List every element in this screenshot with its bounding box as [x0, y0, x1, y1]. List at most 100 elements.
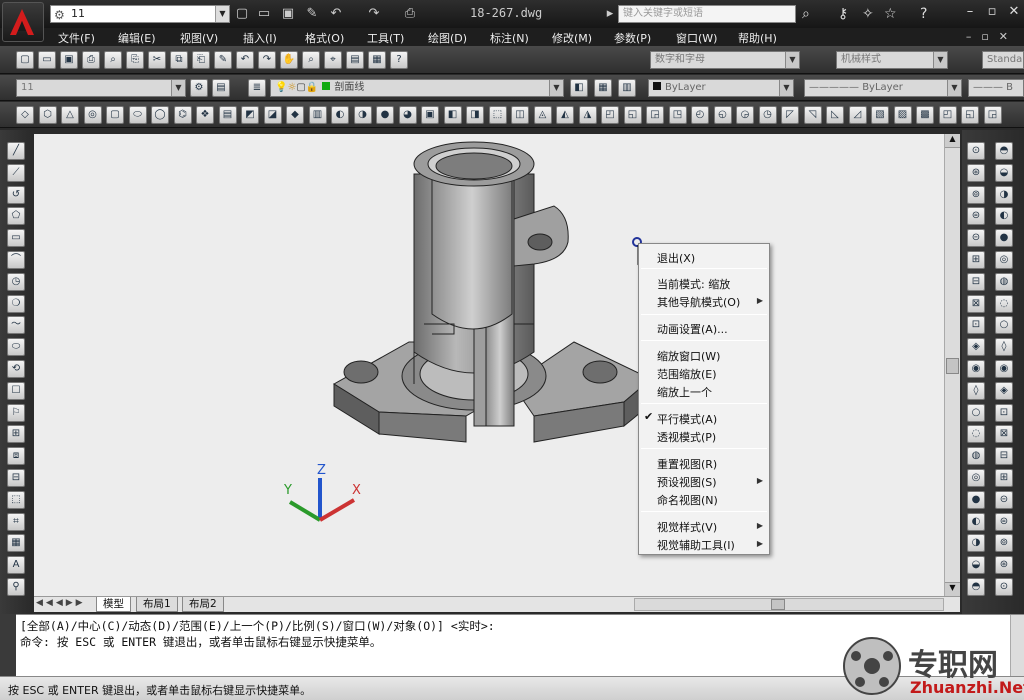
menu-zoom-window[interactable]: 缩放窗口(W)	[657, 348, 720, 364]
dim-tool-16-icon[interactable]: ⊞	[995, 469, 1013, 487]
modify-tool-1-icon[interactable]: ⊙	[967, 142, 985, 160]
dim-tool-20-icon[interactable]: ⊛	[995, 556, 1013, 575]
modify-tool-14-icon[interactable]: ◌	[967, 425, 985, 444]
draw-tool-10-icon[interactable]: ⬭	[7, 338, 25, 357]
dim-tool-21-icon[interactable]: ⊙	[995, 578, 1013, 596]
modify-tool-8-icon[interactable]: ⊠	[967, 294, 985, 313]
model-tool-1-icon[interactable]: ◇	[16, 106, 34, 124]
model-tool-44-icon[interactable]: ◲	[983, 106, 1002, 124]
menu-parallel[interactable]: 平行模式(A)	[657, 411, 717, 427]
model-tool-23-icon[interactable]: ◫	[511, 106, 529, 124]
draw-tool-7-icon[interactable]: ◷	[7, 272, 25, 291]
model-tool-40-icon[interactable]: ▨	[893, 106, 912, 124]
dim-tool-8-icon[interactable]: ◌	[995, 294, 1013, 313]
dim-tool-14-icon[interactable]: ⊠	[995, 425, 1013, 444]
draw-tool-9-icon[interactable]: 〜	[7, 316, 25, 335]
draw-tool-14-icon[interactable]: ⊞	[7, 425, 25, 444]
save-as-icon[interactable]: ✎	[304, 6, 320, 22]
draw-tool-20-icon[interactable]: A	[7, 556, 25, 575]
zoom-window-icon[interactable]: ⌖	[324, 51, 342, 69]
modify-tool-10-icon[interactable]: ◈	[967, 338, 985, 357]
modify-tool-4-icon[interactable]: ⊜	[967, 207, 985, 226]
model-tool-18-icon[interactable]: ◕	[398, 106, 417, 124]
layer-iso-icon[interactable]: ▥	[618, 79, 636, 97]
menu-perspective[interactable]: 透视模式(P)	[657, 429, 716, 445]
model-tool-25-icon[interactable]: ◭	[556, 106, 574, 124]
dim-tool-19-icon[interactable]: ⊚	[995, 534, 1013, 553]
vertical-scrollbar[interactable]: ▲ ▼	[944, 134, 960, 596]
open-folder-icon[interactable]: ▭	[256, 6, 272, 22]
dim-tool-1-icon[interactable]: ◓	[995, 142, 1013, 160]
menu-draw[interactable]: 绘图(D)	[428, 30, 467, 46]
menu-animation-settings[interactable]: 动画设置(A)...	[657, 321, 728, 337]
new-icon[interactable]: ▢	[16, 51, 34, 69]
draw-tool-6-icon[interactable]: ⌒	[7, 251, 25, 269]
model-tool-26-icon[interactable]: ◮	[578, 106, 597, 124]
search-input[interactable]: 键入关键字或短语	[618, 5, 796, 23]
menu-help[interactable]: 帮助(H)	[738, 30, 777, 46]
draw-tool-16-icon[interactable]: ⊟	[7, 469, 25, 487]
modify-tool-17-icon[interactable]: ●	[967, 490, 985, 509]
menu-other-nav[interactable]: 其他导航模式(O)	[657, 294, 740, 310]
menu-named-view[interactable]: 命名视图(N)	[657, 492, 718, 508]
model-tool-36-icon[interactable]: ◹	[803, 106, 822, 124]
modify-tool-13-icon[interactable]: ○	[967, 403, 985, 422]
command-grip[interactable]	[0, 614, 16, 676]
dim-tool-6-icon[interactable]: ◎	[995, 251, 1013, 269]
draw-tool-5-icon[interactable]: ▭	[7, 229, 25, 248]
workspace-combo[interactable]: ⚙ 11 ▼	[50, 5, 230, 23]
modify-tool-9-icon[interactable]: ⊡	[967, 316, 985, 335]
mdi-controls[interactable]: –▫✕	[966, 30, 1018, 43]
draw-tool-11-icon[interactable]: ⟲	[7, 360, 25, 378]
model-tool-22-icon[interactable]: ⬚	[488, 106, 507, 124]
draw-tool-21-icon[interactable]: ⚲	[7, 578, 25, 596]
table-style-combo[interactable]: Standa	[982, 51, 1024, 69]
menu-modify[interactable]: 修改(M)	[552, 30, 592, 46]
modify-tool-15-icon[interactable]: ◍	[967, 447, 985, 466]
menu-tools[interactable]: 工具(T)	[367, 30, 404, 46]
tab-layout2[interactable]: 布局2	[182, 597, 224, 612]
menu-view[interactable]: 视图(V)	[180, 30, 218, 46]
modify-tool-11-icon[interactable]: ◉	[967, 360, 985, 378]
layer-state-combo[interactable]: 11 ▼	[16, 79, 186, 97]
paste-icon[interactable]: ⎗	[192, 51, 210, 69]
dim-tool-18-icon[interactable]: ⊜	[995, 512, 1013, 531]
model-tool-21-icon[interactable]: ◨	[466, 106, 484, 124]
binoculars-icon[interactable]: ⌕	[802, 6, 810, 22]
model-tool-39-icon[interactable]: ▧	[871, 106, 889, 124]
menu-zoom-previous[interactable]: 缩放上一个	[657, 384, 712, 400]
draw-tool-4-icon[interactable]: ⬠	[7, 207, 25, 226]
layer-combo[interactable]: 💡☼▢🔒 剖面线 ▼	[270, 79, 564, 97]
make-current-icon[interactable]: ◧	[570, 79, 588, 97]
print-icon[interactable]: ⎙	[82, 51, 100, 69]
properties-icon[interactable]: ▤	[346, 51, 364, 69]
draw-tool-15-icon[interactable]: ⧈	[7, 447, 25, 466]
menu-edit[interactable]: 编辑(E)	[118, 30, 156, 46]
layer-manager-icon[interactable]: ⚙	[190, 79, 208, 97]
dim-tool-4-icon[interactable]: ◐	[995, 207, 1013, 226]
modify-tool-7-icon[interactable]: ⊟	[967, 272, 985, 291]
dim-tool-9-icon[interactable]: ○	[995, 316, 1013, 335]
model-tool-8-icon[interactable]: ⌬	[173, 106, 192, 124]
cut-icon[interactable]: ✂	[148, 51, 166, 69]
star-icon[interactable]: ☆	[884, 6, 897, 22]
model-tool-3-icon[interactable]: △	[61, 106, 79, 124]
zoom-realtime-icon[interactable]: ⌕	[302, 51, 320, 69]
menu-file[interactable]: 文件(F)	[58, 30, 95, 46]
model-tool-10-icon[interactable]: ▤	[218, 106, 237, 124]
menu-window[interactable]: 窗口(W)	[676, 30, 717, 46]
model-tool-34-icon[interactable]: ◷	[758, 106, 777, 124]
menu-visual-aids[interactable]: 视觉辅助工具(I)	[657, 537, 735, 553]
draw-tool-8-icon[interactable]: ❍	[7, 294, 25, 313]
dim-tool-12-icon[interactable]: ◈	[995, 381, 1013, 400]
modify-tool-21-icon[interactable]: ◓	[967, 578, 985, 596]
menu-format[interactable]: 格式(O)	[305, 30, 344, 46]
model-tool-11-icon[interactable]: ◩	[241, 106, 259, 124]
dim-tool-17-icon[interactable]: ⊝	[995, 490, 1013, 509]
draw-tool-12-icon[interactable]: ☐	[7, 381, 25, 400]
expand-icon[interactable]: ▸	[602, 6, 618, 22]
modify-tool-5-icon[interactable]: ⊝	[967, 229, 985, 248]
pan-icon[interactable]: ✋	[280, 51, 298, 69]
drawing-canvas[interactable]: Z Y X	[34, 134, 960, 596]
match-icon[interactable]: ✎	[214, 51, 232, 69]
